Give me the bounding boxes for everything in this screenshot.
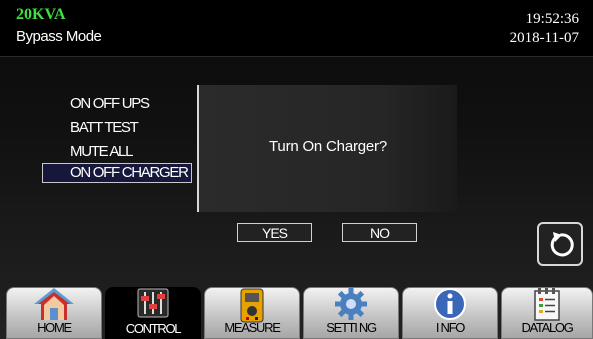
- tab-datalog[interactable]: DATALOG: [501, 287, 593, 339]
- multimeter-icon: [240, 288, 264, 323]
- tab-setting[interactable]: SETTI NG: [303, 287, 399, 339]
- menu-item-mute-all[interactable]: MUTE ALL: [70, 143, 133, 160]
- datalog-icon: [534, 288, 560, 321]
- menu-item-on-off-ups[interactable]: ON OFF UPS: [70, 95, 150, 112]
- tab-control[interactable]: CONTROL: [105, 287, 201, 339]
- tab-info[interactable]: I NFO: [402, 287, 498, 339]
- tab-datalog-label: DATALOG: [521, 320, 573, 335]
- info-icon: [434, 288, 466, 320]
- sliders-icon: [137, 288, 169, 318]
- tab-measure[interactable]: MEASURE: [204, 287, 300, 339]
- tab-measure-label: MEASURE: [224, 320, 281, 335]
- tab-home-label: HOME: [37, 320, 72, 335]
- clock-date: 2018-11-07: [509, 30, 579, 46]
- home-icon: [34, 288, 74, 320]
- clock-time: 19:52:36: [525, 11, 579, 27]
- tab-control-label: CONTROL: [125, 321, 182, 336]
- ups-model-label: 20KVA: [16, 6, 66, 23]
- yes-button[interactable]: YES: [237, 223, 312, 242]
- no-button[interactable]: NO: [342, 223, 417, 242]
- ups-screen: 20KVA Bypass Mode 19:52:36 2018-11-07 ON…: [0, 0, 593, 339]
- tab-setting-label: SETTI NG: [326, 320, 377, 335]
- gear-icon: [335, 288, 367, 320]
- tab-info-label: I NFO: [435, 320, 465, 335]
- tab-home[interactable]: HOME: [6, 287, 102, 339]
- ups-mode-label: Bypass Mode: [16, 28, 102, 45]
- menu-item-batt-test[interactable]: BATT TEST: [70, 119, 139, 136]
- menu-item-on-off-charger-selected[interactable]: ON OFF CHARGER: [42, 163, 192, 183]
- confirm-dialog: Turn On Charger?: [197, 85, 457, 212]
- dialog-message: Turn On Charger?: [269, 138, 387, 155]
- status-header: 20KVA Bypass Mode 19:52:36 2018-11-07: [0, 0, 593, 57]
- back-button[interactable]: [537, 222, 583, 266]
- back-arrow-icon: [550, 232, 574, 257]
